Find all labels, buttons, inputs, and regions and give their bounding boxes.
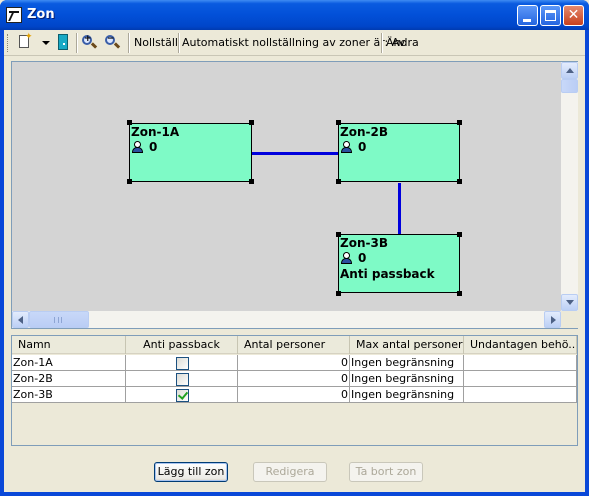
title-bar[interactable]: Zon ✕ (0, 0, 589, 30)
zone-table: Namn Anti passback Antal personer Max an… (11, 335, 578, 446)
column-header-count[interactable]: Antal personer (238, 336, 350, 354)
edit-button[interactable]: Redigera (253, 462, 327, 482)
horizontal-scrollbar[interactable] (12, 311, 561, 328)
person-icon (131, 140, 145, 154)
zone-box[interactable]: Zon-3B 0 Anti passback (338, 234, 460, 293)
maximize-button[interactable] (540, 5, 561, 26)
zone-anti-passback-label: Anti passback (340, 267, 435, 281)
arrow-right-icon (551, 316, 556, 324)
cell-max[interactable]: Ingen begränsning (350, 371, 464, 387)
scroll-up-button[interactable] (561, 62, 578, 79)
table-row[interactable]: Zon-2B 0 Ingen begränsning (12, 371, 577, 387)
window-title: Zon (27, 7, 55, 22)
table-row[interactable]: Zon-3B 0 Ingen begränsning (12, 387, 577, 403)
close-button[interactable]: ✕ (563, 5, 584, 26)
vertical-scroll-thumb[interactable] (561, 79, 578, 93)
add-zone-button[interactable]: Lägg till zon (154, 462, 228, 482)
zone-diagram-panel: Zon-1A 0 Zon-2B 0 Zon-3B 0 Anti passback (11, 61, 578, 329)
person-icon (340, 251, 354, 265)
selection-handle[interactable] (457, 232, 462, 237)
cell-max[interactable]: Ingen begränsning (350, 355, 464, 371)
zone-diagram-canvas[interactable]: Zon-1A 0 Zon-2B 0 Zon-3B 0 Anti passback (12, 62, 561, 311)
selection-handle[interactable] (336, 120, 341, 125)
cell-exempt[interactable] (464, 387, 577, 403)
cell-name[interactable]: Zon-1A (12, 355, 126, 371)
toolbar-separator (178, 33, 180, 53)
cell-name[interactable]: Zon-3B (12, 387, 126, 403)
zoom-out-icon[interactable]: − (104, 33, 121, 53)
minimize-icon (523, 19, 531, 22)
toolbar-grip[interactable] (7, 34, 10, 52)
column-header-exempt[interactable]: Undantagen behö... (464, 336, 577, 354)
toolbar-separator (381, 33, 383, 53)
zone-box[interactable]: Zon-2B 0 (338, 123, 460, 182)
zone-count: 0 (149, 140, 158, 154)
zone-name: Zon-3B (340, 236, 388, 250)
scroll-left-button[interactable] (12, 311, 29, 328)
cell-exempt[interactable] (464, 371, 577, 387)
new-document-icon[interactable]: ✦ (16, 33, 33, 53)
window-client: ✦ + − Nollställ Automatiskt nollställnin… (4, 30, 585, 492)
zone-name: Zon-1A (131, 125, 180, 139)
arrow-down-icon (566, 300, 574, 305)
zone-name: Zon-2B (340, 125, 388, 139)
scroll-right-button[interactable] (544, 311, 561, 328)
table-body: Zon-1A 0 Ingen begränsning Zon-2B 0 Inge… (12, 355, 577, 403)
scroll-corner (561, 311, 578, 328)
zone-box[interactable]: Zon-1A 0 (129, 123, 252, 182)
selection-handle[interactable] (457, 291, 462, 296)
reset-button[interactable]: Nollställ (134, 36, 178, 49)
maximize-icon (545, 10, 556, 21)
minimize-button[interactable] (517, 5, 538, 26)
anti-passback-checkbox[interactable] (175, 373, 189, 386)
door-icon[interactable] (56, 33, 70, 53)
column-header-name[interactable]: Namn (12, 336, 126, 354)
selection-handle[interactable] (336, 232, 341, 237)
arrow-left-icon (18, 316, 23, 324)
anti-passback-checkbox[interactable] (175, 389, 189, 402)
zone-window: Zon ✕ ✦ + − Nollställ Automatiskt nollst… (0, 0, 589, 496)
selection-handle[interactable] (336, 291, 341, 296)
zone-link-2b-3b (398, 183, 401, 235)
cell-name[interactable]: Zon-2B (12, 371, 126, 387)
selection-handle[interactable] (249, 179, 254, 184)
cell-anti-passback (126, 387, 238, 403)
cell-exempt[interactable] (464, 355, 577, 371)
close-icon: ✕ (567, 7, 580, 23)
new-dropdown-arrow-icon[interactable] (41, 33, 51, 53)
cell-anti-passback (126, 371, 238, 387)
auto-reset-status: Automatiskt nollställning av zoner är: A… (182, 36, 406, 49)
cell-count[interactable]: 0 (238, 355, 350, 371)
person-icon (340, 140, 354, 154)
cell-anti-passback (126, 355, 238, 371)
table-row[interactable]: Zon-1A 0 Ingen begränsning (12, 355, 577, 371)
arrow-up-icon (566, 68, 574, 73)
column-header-max[interactable]: Max antal personer (350, 336, 464, 354)
zone-count: 0 (358, 251, 367, 265)
cell-count[interactable]: 0 (238, 387, 350, 403)
toolbar: ✦ + − Nollställ Automatiskt nollställnin… (4, 30, 585, 56)
selection-handle[interactable] (336, 179, 341, 184)
toolbar-separator (76, 33, 78, 53)
selection-handle[interactable] (127, 179, 132, 184)
table-header: Namn Anti passback Antal personer Max an… (12, 336, 577, 354)
selection-handle[interactable] (457, 120, 462, 125)
anti-passback-checkbox[interactable] (175, 357, 189, 370)
vertical-scrollbar[interactable] (561, 62, 578, 311)
zone-count: 0 (358, 140, 367, 154)
cell-max[interactable]: Ingen begränsning (350, 387, 464, 403)
zone-link-1a-2b (252, 152, 340, 155)
toolbar-separator (128, 33, 130, 53)
selection-handle[interactable] (457, 179, 462, 184)
app-icon (6, 7, 22, 23)
change-button[interactable]: Ändra (386, 36, 419, 49)
remove-zone-button[interactable]: Ta bort zon (349, 462, 423, 482)
zoom-in-icon[interactable]: + (81, 33, 98, 53)
cell-count[interactable]: 0 (238, 371, 350, 387)
selection-handle[interactable] (249, 120, 254, 125)
selection-handle[interactable] (127, 120, 132, 125)
horizontal-scroll-thumb[interactable] (29, 311, 89, 328)
scroll-down-button[interactable] (561, 294, 578, 311)
column-header-anti-passback[interactable]: Anti passback (126, 336, 238, 354)
